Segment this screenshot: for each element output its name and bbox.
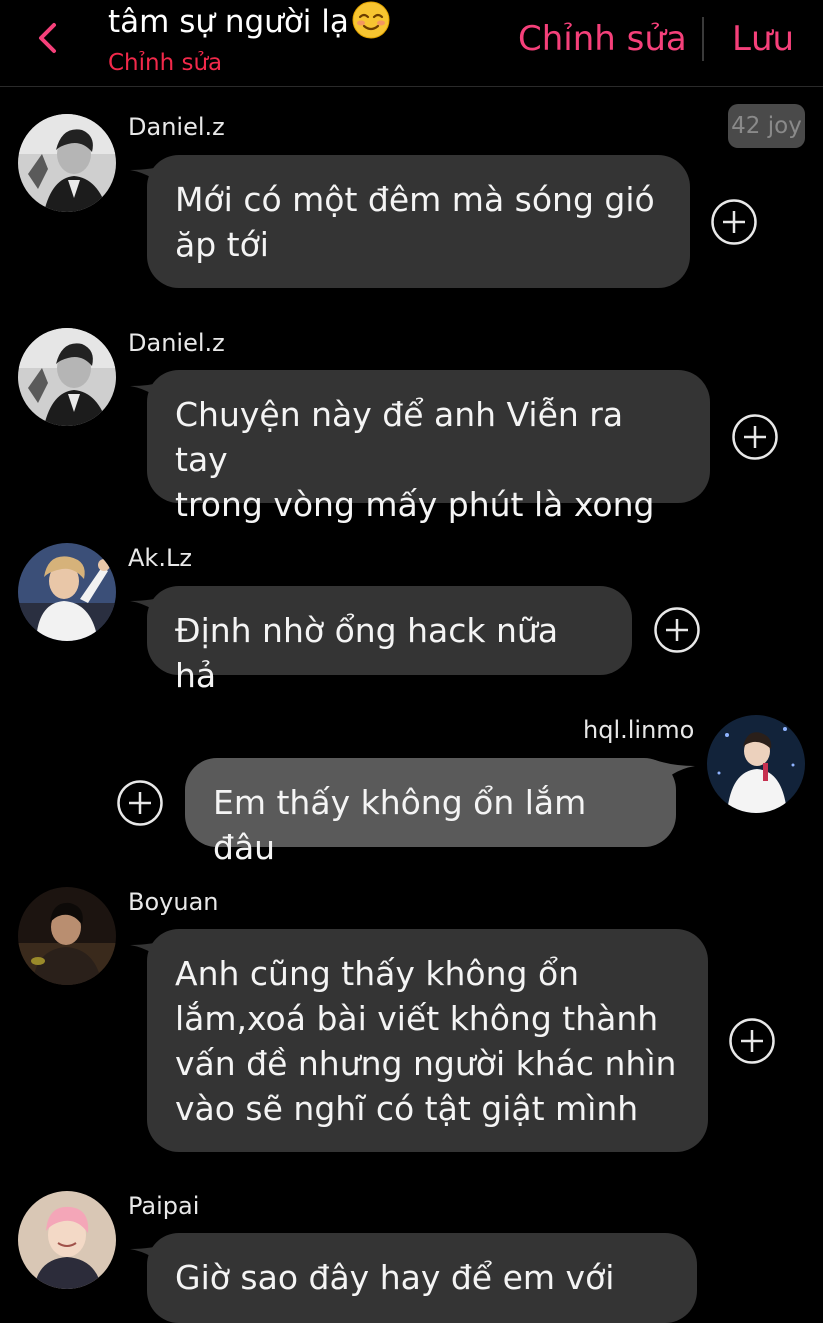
- username-label: Paipai: [128, 1192, 200, 1220]
- add-reaction-icon[interactable]: [728, 1017, 776, 1065]
- avatar-boyuan[interactable]: [18, 887, 116, 985]
- edit-button[interactable]: Chỉnh sửa: [518, 19, 687, 59]
- username-label: Daniel.z: [128, 329, 225, 357]
- message-bubble-own[interactable]: Em thấy không ổn lắm đâu: [185, 758, 676, 867]
- save-button[interactable]: Lưu: [732, 19, 794, 59]
- add-reaction-icon[interactable]: [731, 413, 779, 461]
- message-bubble[interactable]: Giờ sao đây hay để em với: [147, 1233, 697, 1323]
- username-label: Boyuan: [128, 888, 219, 916]
- avatar-daniel[interactable]: [18, 328, 116, 426]
- header-divider: [702, 17, 704, 61]
- add-reaction-icon[interactable]: [710, 198, 758, 246]
- chat-header: tâm sự người lạ Chỉnh sửa Chỉnh sửa Lưu: [0, 0, 823, 87]
- username-label: Daniel.z: [128, 113, 225, 141]
- avatar-ak-lz[interactable]: [18, 543, 116, 641]
- joy-counter-badge: 42 joy: [728, 104, 805, 148]
- smiling-face-emoji-icon: [351, 0, 391, 40]
- add-reaction-icon[interactable]: [116, 779, 164, 827]
- avatar-paipai[interactable]: [18, 1191, 116, 1289]
- back-chevron-icon[interactable]: [32, 20, 68, 56]
- subtitle-edit-link[interactable]: Chỉnh sửa: [108, 50, 222, 76]
- avatar-hql-linmo[interactable]: [707, 715, 805, 813]
- chat-title: tâm sự người lạ: [108, 0, 391, 40]
- message-bubble[interactable]: Mới có một đêm mà sóng gió ăp tới: [147, 155, 690, 288]
- message-bubble[interactable]: Chuyện này để anh Viễn ra tay trong vòng…: [147, 370, 710, 524]
- add-reaction-icon[interactable]: [653, 606, 701, 654]
- avatar-daniel[interactable]: [18, 114, 116, 212]
- username-label: Ak.Lz: [128, 544, 192, 572]
- message-bubble[interactable]: Anh cũng thấy không ổn lắm,xoá bài viết …: [147, 929, 708, 1152]
- message-bubble[interactable]: Định nhờ ổng hack nữa hả: [147, 586, 632, 695]
- username-label: hql.linmo: [583, 716, 695, 744]
